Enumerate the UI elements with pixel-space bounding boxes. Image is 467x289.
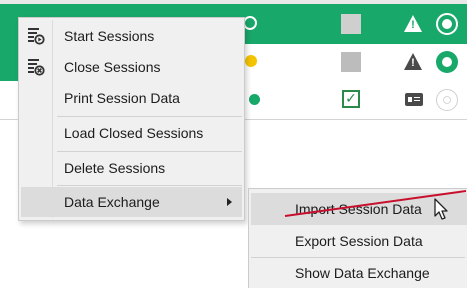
- menu-item-data-exchange[interactable]: Data Exchange: [21, 187, 242, 217]
- context-menu: Start Sessions Close Sessions Print Sess…: [18, 17, 245, 221]
- menu-item-label: Load Closed Sessions: [64, 125, 204, 141]
- menu-item-label: Start Sessions: [64, 28, 155, 44]
- menu-item-label: Delete Sessions: [64, 160, 166, 176]
- menu-item-label: Data Exchange: [64, 194, 160, 210]
- menu-item-start-sessions[interactable]: Start Sessions: [21, 21, 242, 51]
- menu-separator: [57, 151, 242, 152]
- status-dot-icon: [245, 55, 257, 67]
- menu-item-delete-sessions[interactable]: Delete Sessions: [21, 153, 242, 183]
- id-card-icon: [405, 93, 423, 106]
- status-circle-center: [442, 19, 452, 29]
- menu-separator: [57, 185, 242, 186]
- warning-exclamation: !: [411, 57, 415, 69]
- warning-exclamation: !: [411, 19, 415, 31]
- row-status-stripe: [0, 44, 20, 81]
- state-square-icon: [341, 14, 361, 34]
- menu-separator: [57, 116, 242, 117]
- menu-item-label: Close Sessions: [64, 59, 161, 75]
- status-circle-center: [443, 96, 451, 104]
- submenu-item-show-data-exchange[interactable]: Show Data Exchange: [251, 257, 467, 289]
- menu-item-label: Print Session Data: [64, 90, 180, 106]
- start-session-icon: [28, 28, 45, 45]
- checkbox-checked-icon[interactable]: ✓: [342, 90, 360, 108]
- submenu-item-label: Show Data Exchange: [295, 265, 430, 281]
- menu-item-close-sessions[interactable]: Close Sessions: [21, 52, 242, 82]
- status-ring-icon: [243, 16, 257, 30]
- status-circle-center: [442, 57, 452, 67]
- menu-item-load-closed-sessions[interactable]: Load Closed Sessions: [21, 118, 242, 148]
- close-session-icon: [28, 59, 45, 76]
- menu-item-print-session-data[interactable]: Print Session Data: [21, 83, 242, 113]
- status-dot-icon: [249, 94, 260, 105]
- submenu-item-export-session-data[interactable]: Export Session Data: [251, 225, 467, 257]
- submenu-arrow-icon: [227, 198, 232, 206]
- submenu-item-label: Export Session Data: [295, 233, 423, 249]
- state-square-icon: [341, 52, 361, 72]
- mouse-pointer-icon: [434, 198, 448, 220]
